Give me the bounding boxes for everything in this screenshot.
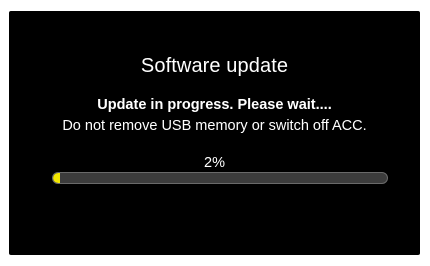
page: Software update Update in progress. Plea… xyxy=(0,0,430,266)
progress-bar xyxy=(52,172,388,184)
status-message: Update in progress. Please wait.... xyxy=(97,97,332,113)
dialog-title: Software update xyxy=(140,55,289,77)
update-screen: Software update Update in progress. Plea… xyxy=(9,11,420,255)
progress-bar-fill xyxy=(53,173,60,183)
warning-message: Do not remove USB memory or switch off A… xyxy=(62,118,367,134)
progress-percent-label: 2% xyxy=(204,155,225,171)
